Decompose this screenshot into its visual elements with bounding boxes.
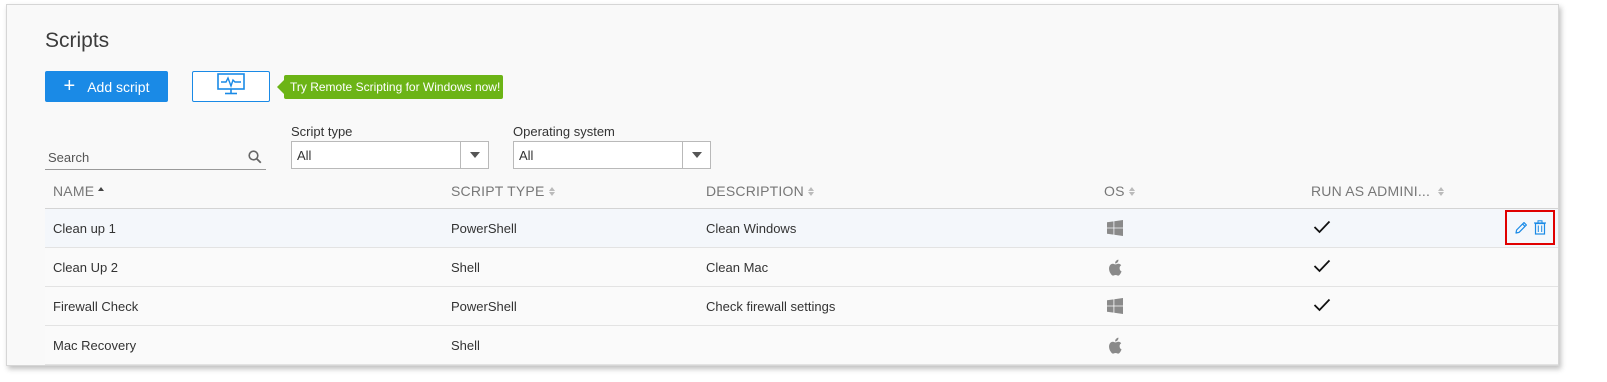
sort-icon [807,186,814,196]
script-type-value: All [297,147,312,163]
os-select[interactable]: All [513,141,711,169]
table-row[interactable]: Mac Recovery Shell [45,326,1558,365]
checkmark-icon [1313,259,1331,276]
search-icon[interactable] [248,150,262,164]
os-value: All [519,147,534,163]
script-type-select[interactable]: All [291,141,489,169]
cell-os [1107,287,1123,325]
cell-name: Clean Up 2 [53,259,119,275]
trash-icon[interactable] [1534,220,1546,235]
column-header-script-type[interactable]: SCRIPT TYPE [451,173,555,209]
os-filter-label: Operating system [513,124,615,139]
table-header: NAME SCRIPT TYPE DESCRIPTION OS RUN AS A… [45,173,1558,209]
sort-icon [98,186,105,196]
windows-icon [1107,220,1123,236]
cell-script-type: PowerShell [451,298,517,314]
column-header-run-as-admin[interactable]: RUN AS ADMINI... [1311,173,1445,209]
search-input[interactable] [45,149,235,165]
cell-os [1108,248,1122,286]
row-actions [1505,210,1555,245]
table-row[interactable]: Firewall Check PowerShell Check firewall… [45,287,1558,326]
scripts-table: NAME SCRIPT TYPE DESCRIPTION OS RUN AS A… [45,173,1558,365]
cell-run-as-admin [1313,287,1331,325]
checkmark-icon [1313,220,1331,237]
column-header-label: RUN AS ADMINI... [1311,183,1431,199]
checkmark-icon [1313,298,1331,315]
cell-description: Check firewall settings [706,298,836,314]
remote-scripting-promo[interactable]: Try Remote Scripting for Windows now! [277,75,503,99]
table-row[interactable]: Clean up 1 PowerShell Clean Windows [45,209,1558,248]
cell-os [1107,209,1123,247]
add-script-label: Add script [87,78,150,95]
cell-description: Clean Mac [706,259,769,275]
plus-icon: + [63,74,76,97]
add-script-button[interactable]: + Add script [45,71,168,102]
column-header-description[interactable]: DESCRIPTION [706,173,814,209]
sort-icon [548,186,555,196]
cell-script-type: Shell [451,259,480,275]
cell-script-type: Shell [451,337,480,353]
windows-icon [1107,298,1123,314]
apple-icon [1108,259,1122,276]
cell-name: Mac Recovery [53,337,137,353]
search-field[interactable] [45,145,266,170]
sort-icon [1128,186,1135,196]
chevron-down-icon[interactable] [460,142,488,168]
table-row[interactable]: Clean Up 2 Shell Clean Mac [45,248,1558,287]
column-header-label: NAME [53,183,95,199]
cell-name: Firewall Check [53,298,139,314]
remote-scripting-button[interactable] [192,71,270,102]
monitor-pulse-icon [216,73,246,100]
column-header-name[interactable]: NAME [53,173,105,209]
page-title: Scripts [45,29,110,52]
column-header-label: SCRIPT TYPE [451,183,545,199]
column-header-label: OS [1104,183,1125,199]
cell-script-type: PowerShell [451,220,517,236]
chevron-down-icon[interactable] [682,142,710,168]
cell-run-as-admin [1313,248,1331,286]
cell-run-as-admin [1313,209,1331,247]
edit-pencil-icon[interactable] [1514,221,1528,235]
cell-name: Clean up 1 [53,220,116,236]
cell-os [1108,326,1122,364]
sort-icon [1438,186,1445,196]
column-header-os[interactable]: OS [1104,173,1135,209]
scripts-panel: Scripts + Add script Try Remote Scriptin… [6,4,1559,366]
script-type-label: Script type [291,124,353,139]
column-header-label: DESCRIPTION [706,183,804,199]
apple-icon [1108,337,1122,354]
cell-description: Clean Windows [706,220,797,236]
